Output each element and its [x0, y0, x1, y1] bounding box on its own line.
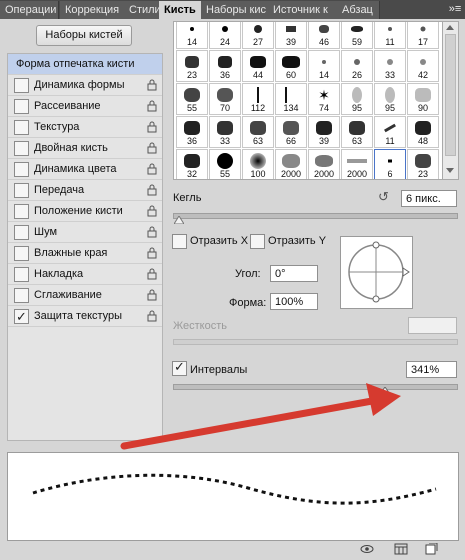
eye-toggle-icon[interactable]: [360, 543, 374, 555]
new-preset-icon[interactable]: [424, 543, 438, 555]
grid-panel-icon[interactable]: [394, 543, 408, 555]
brush-stroke-preview: [7, 452, 459, 541]
stroke-preview-line: [32, 473, 437, 505]
